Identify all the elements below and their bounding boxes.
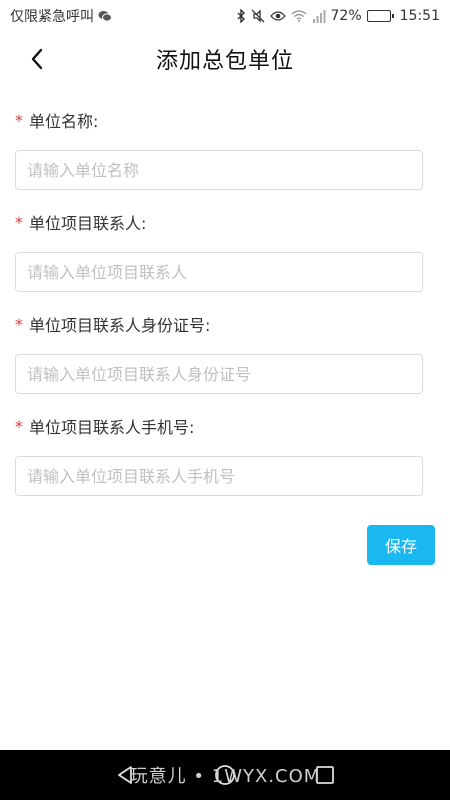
page: 仅限紧急呼叫 72% 15:51 添加总包单位 * 单位名称: 请输入单位名称 … bbox=[0, 0, 450, 800]
chevron-left-icon bbox=[31, 48, 43, 70]
field-label: * 单位名称: bbox=[15, 108, 423, 132]
field-label: * 单位项目联系人手机号: bbox=[15, 414, 423, 438]
signal-icon bbox=[312, 8, 326, 24]
contact-input[interactable] bbox=[15, 252, 423, 292]
field-contact-phone: * 单位项目联系人手机号: bbox=[15, 414, 423, 496]
mute-icon bbox=[251, 8, 265, 24]
wifi-icon bbox=[291, 8, 307, 24]
status-bar: 仅限紧急呼叫 72% 15:51 bbox=[0, 0, 450, 32]
clock-time: 15:51 bbox=[399, 8, 440, 24]
battery-icon bbox=[366, 8, 394, 24]
field-label: * 单位项目联系人身份证号: bbox=[15, 312, 423, 336]
field-unit-name: * 单位名称: bbox=[15, 108, 423, 190]
unit-name-input[interactable] bbox=[15, 150, 423, 190]
header: 添加总包单位 bbox=[0, 36, 450, 82]
status-left: 仅限紧急呼叫 bbox=[10, 6, 112, 26]
wechat-icon bbox=[98, 8, 112, 24]
save-button[interactable]: 保存 bbox=[367, 525, 435, 565]
required-mark: * bbox=[15, 110, 23, 130]
required-mark: * bbox=[15, 314, 23, 334]
carrier-text: 仅限紧急呼叫 bbox=[10, 9, 94, 25]
field-label: * 单位项目联系人: bbox=[15, 210, 423, 234]
back-button[interactable] bbox=[22, 44, 52, 74]
field-contact: * 单位项目联系人: bbox=[15, 210, 423, 292]
field-label-text: 单位项目联系人身份证号: bbox=[29, 316, 211, 335]
field-contact-id: * 单位项目联系人身份证号: bbox=[15, 312, 423, 394]
bluetooth-icon bbox=[237, 8, 246, 24]
required-mark: * bbox=[15, 212, 23, 232]
field-label-text: 单位项目联系人: bbox=[29, 214, 147, 233]
page-title: 添加总包单位 bbox=[155, 49, 294, 74]
status-right: 72% 15:51 bbox=[237, 8, 440, 24]
battery-percent: 72% bbox=[330, 8, 362, 24]
nav-bar: 玩意儿 • 1WYX.COM bbox=[0, 750, 450, 800]
required-mark: * bbox=[15, 416, 23, 436]
eye-icon bbox=[269, 8, 286, 24]
watermark-text: 玩意儿 • 1WYX.COM bbox=[129, 766, 321, 787]
contact-phone-input[interactable] bbox=[15, 456, 423, 496]
contact-id-input[interactable] bbox=[15, 354, 423, 394]
field-label-text: 单位项目联系人手机号: bbox=[29, 418, 195, 437]
field-label-text: 单位名称: bbox=[29, 112, 99, 131]
